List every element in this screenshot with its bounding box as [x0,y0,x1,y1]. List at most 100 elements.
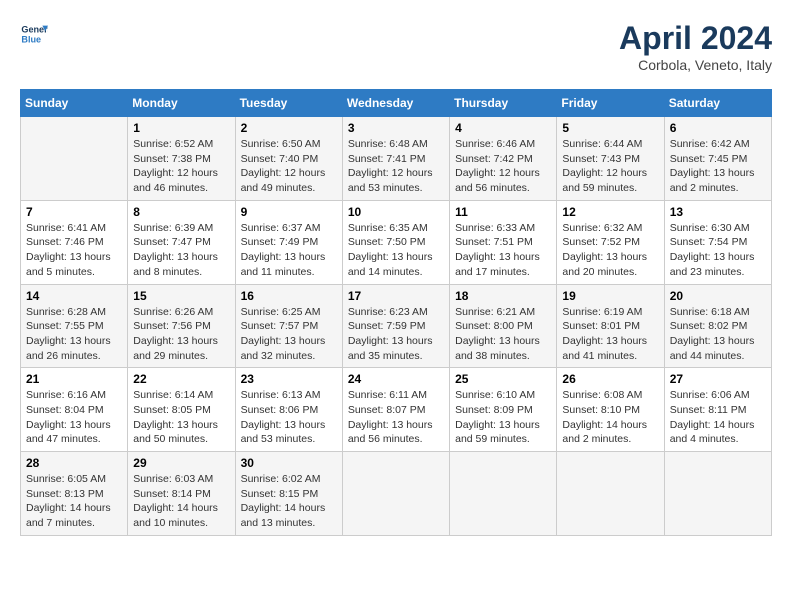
day-cell: 13 Sunrise: 6:30 AMSunset: 7:54 PMDayligh… [664,200,771,284]
day-cell: 24Sunrise: 6:11 AMSunset: 8:07 PMDayligh… [342,368,449,452]
header-row: SundayMondayTuesdayWednesdayThursdayFrid… [21,90,772,117]
day-number: 1 [133,121,229,135]
title-block: April 2024 Corbola, Veneto, Italy [619,20,772,73]
day-cell: 1Sunrise: 6:52 AMSunset: 7:38 PMDaylight… [128,117,235,201]
day-cell: 18Sunrise: 6:21 AMSunset: 8:00 PMDayligh… [450,284,557,368]
day-cell: 28 Sunrise: 6:05 AMSunset: 8:13 PMDayligh… [21,452,128,536]
day-number: 14 [26,289,122,303]
day-cell [21,117,128,201]
day-number: 3 [348,121,444,135]
day-info: Sunrise: 6:35 AMSunset: 7:50 PMDaylight:… [348,221,444,280]
day-info: Sunrise: 6:28 AMSunset: 7:55 PMDaylight:… [26,305,122,364]
day-number: 24 [348,372,444,386]
day-cell: 22 Sunrise: 6:14 AMSunset: 8:05 PMDayligh… [128,368,235,452]
day-cell: 8 Sunrise: 6:39 AMSunset: 7:47 PMDaylight… [128,200,235,284]
day-info: Sunrise: 6:25 AMSunset: 7:57 PMDaylight:… [241,305,337,364]
day-info: Sunrise: 6:10 AMSunset: 8:09 PMDaylight:… [455,388,551,447]
day-cell: 11Sunrise: 6:33 AMSunset: 7:51 PMDayligh… [450,200,557,284]
calendar-body: 1Sunrise: 6:52 AMSunset: 7:38 PMDaylight… [21,117,772,536]
day-number: 20 [670,289,766,303]
day-cell: 23 Sunrise: 6:13 AMSunset: 8:06 PMDayligh… [235,368,342,452]
day-number: 2 [241,121,337,135]
day-cell: 7 Sunrise: 6:41 AMSunset: 7:46 PMDaylight… [21,200,128,284]
day-info: Sunrise: 6:19 AMSunset: 8:01 PMDaylight:… [562,305,658,364]
day-number: 15 [133,289,229,303]
day-number: 12 [562,205,658,219]
day-number: 29 [133,456,229,470]
day-info: Sunrise: 6:30 AMSunset: 7:54 PMDaylight:… [670,221,766,280]
day-cell [450,452,557,536]
day-info: Sunrise: 6:44 AMSunset: 7:43 PMDaylight:… [562,137,658,196]
day-cell: 20 Sunrise: 6:18 AMSunset: 8:02 PMDayligh… [664,284,771,368]
day-cell: 21 Sunrise: 6:16 AMSunset: 8:04 PMDayligh… [21,368,128,452]
day-info: Sunrise: 6:41 AMSunset: 7:46 PMDaylight:… [26,221,122,280]
day-info: Sunrise: 6:32 AMSunset: 7:52 PMDaylight:… [562,221,658,280]
day-number: 8 [133,205,229,219]
week-row-3: 14 Sunrise: 6:28 AMSunset: 7:55 PMDayligh… [21,284,772,368]
day-header-wednesday: Wednesday [342,90,449,117]
month-title: April 2024 [619,20,772,57]
day-info: Sunrise: 6:48 AMSunset: 7:41 PMDaylight:… [348,137,444,196]
day-cell: 19 Sunrise: 6:19 AMSunset: 8:01 PMDayligh… [557,284,664,368]
day-info: Sunrise: 6:50 AMSunset: 7:40 PMDaylight:… [241,137,337,196]
location-subtitle: Corbola, Veneto, Italy [619,57,772,73]
day-number: 26 [562,372,658,386]
day-info: Sunrise: 6:23 AMSunset: 7:59 PMDaylight:… [348,305,444,364]
day-cell: 16 Sunrise: 6:25 AMSunset: 7:57 PMDayligh… [235,284,342,368]
logo-icon: General Blue [20,20,48,48]
day-cell: 27 Sunrise: 6:06 AMSunset: 8:11 PMDayligh… [664,368,771,452]
day-header-monday: Monday [128,90,235,117]
day-info: Sunrise: 6:13 AMSunset: 8:06 PMDaylight:… [241,388,337,447]
day-info: Sunrise: 6:08 AMSunset: 8:10 PMDaylight:… [562,388,658,447]
week-row-5: 28 Sunrise: 6:05 AMSunset: 8:13 PMDayligh… [21,452,772,536]
day-number: 30 [241,456,337,470]
day-cell [664,452,771,536]
day-info: Sunrise: 6:18 AMSunset: 8:02 PMDaylight:… [670,305,766,364]
day-number: 19 [562,289,658,303]
day-cell [557,452,664,536]
day-info: Sunrise: 6:06 AMSunset: 8:11 PMDaylight:… [670,388,766,447]
day-number: 27 [670,372,766,386]
day-number: 28 [26,456,122,470]
day-number: 6 [670,121,766,135]
day-cell: 25 Sunrise: 6:10 AMSunset: 8:09 PMDayligh… [450,368,557,452]
day-number: 16 [241,289,337,303]
day-cell: 2 Sunrise: 6:50 AMSunset: 7:40 PMDaylight… [235,117,342,201]
svg-text:Blue: Blue [21,34,41,44]
day-cell: 14 Sunrise: 6:28 AMSunset: 7:55 PMDayligh… [21,284,128,368]
calendar-header: SundayMondayTuesdayWednesdayThursdayFrid… [21,90,772,117]
day-cell: 17Sunrise: 6:23 AMSunset: 7:59 PMDayligh… [342,284,449,368]
day-header-thursday: Thursday [450,90,557,117]
day-number: 11 [455,205,551,219]
day-info: Sunrise: 6:05 AMSunset: 8:13 PMDaylight:… [26,472,122,531]
day-cell: 15Sunrise: 6:26 AMSunset: 7:56 PMDayligh… [128,284,235,368]
day-number: 22 [133,372,229,386]
day-number: 4 [455,121,551,135]
day-number: 10 [348,205,444,219]
page-header: General Blue April 2024 Corbola, Veneto,… [20,20,772,73]
day-number: 7 [26,205,122,219]
day-number: 18 [455,289,551,303]
day-header-friday: Friday [557,90,664,117]
week-row-4: 21 Sunrise: 6:16 AMSunset: 8:04 PMDayligh… [21,368,772,452]
day-info: Sunrise: 6:03 AMSunset: 8:14 PMDaylight:… [133,472,229,531]
day-number: 23 [241,372,337,386]
day-header-sunday: Sunday [21,90,128,117]
day-info: Sunrise: 6:14 AMSunset: 8:05 PMDaylight:… [133,388,229,447]
day-cell: 10 Sunrise: 6:35 AMSunset: 7:50 PMDayligh… [342,200,449,284]
day-header-tuesday: Tuesday [235,90,342,117]
day-cell: 6Sunrise: 6:42 AMSunset: 7:45 PMDaylight… [664,117,771,201]
day-number: 25 [455,372,551,386]
calendar-table: SundayMondayTuesdayWednesdayThursdayFrid… [20,89,772,536]
day-info: Sunrise: 6:39 AMSunset: 7:47 PMDaylight:… [133,221,229,280]
day-number: 13 [670,205,766,219]
week-row-2: 7 Sunrise: 6:41 AMSunset: 7:46 PMDaylight… [21,200,772,284]
day-cell: 29 Sunrise: 6:03 AMSunset: 8:14 PMDayligh… [128,452,235,536]
day-cell: 30Sunrise: 6:02 AMSunset: 8:15 PMDayligh… [235,452,342,536]
day-info: Sunrise: 6:37 AMSunset: 7:49 PMDaylight:… [241,221,337,280]
day-number: 21 [26,372,122,386]
day-cell: 9Sunrise: 6:37 AMSunset: 7:49 PMDaylight… [235,200,342,284]
day-info: Sunrise: 6:16 AMSunset: 8:04 PMDaylight:… [26,388,122,447]
day-cell: 3 Sunrise: 6:48 AMSunset: 7:41 PMDaylight… [342,117,449,201]
day-number: 5 [562,121,658,135]
